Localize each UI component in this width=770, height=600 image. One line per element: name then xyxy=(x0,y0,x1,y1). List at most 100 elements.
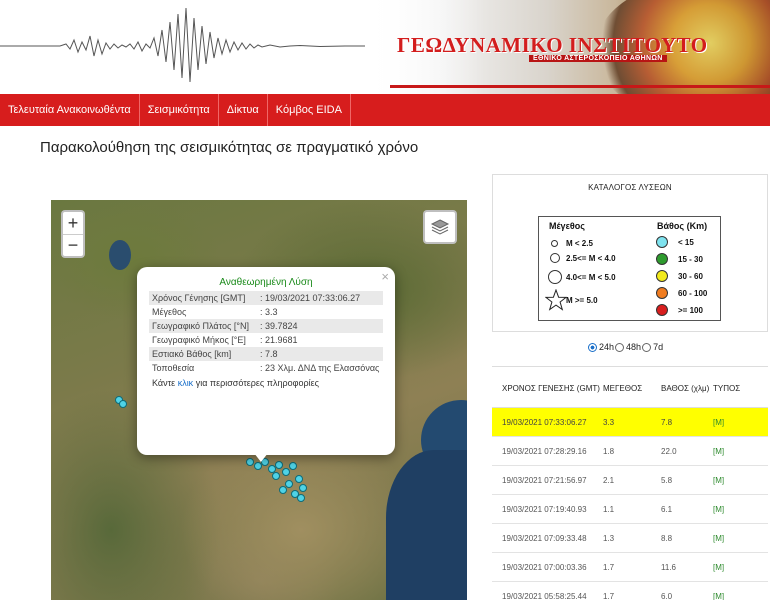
nav-seismicity[interactable]: Σεισμικότητα xyxy=(140,94,219,126)
depth-class: >= 100 xyxy=(678,306,703,315)
cell-magnitude: 2.1 xyxy=(603,475,615,485)
earthquake-marker[interactable] xyxy=(279,486,287,494)
lake-water xyxy=(109,240,131,270)
popup-value: : 3.3 xyxy=(260,307,278,317)
table-row[interactable]: 19/03/2021 07:00:03.36 1.7 11.6 [M] xyxy=(492,553,768,582)
earthquake-marker[interactable] xyxy=(295,475,303,483)
zoom-control: + − xyxy=(61,210,85,258)
header-origin-time: ΧΡΟΝΟΣ ΓΕΝΕΣΗΣ (GMT) xyxy=(502,384,600,393)
radio-24h[interactable] xyxy=(588,342,597,352)
popup-row: Τοποθεσία : 23 Χλμ. ΔΝΔ της Ελασσόνας xyxy=(149,361,383,375)
header-depth: ΒΑΘΟΣ (χλμ) xyxy=(661,384,710,393)
popup-row: Εστιακό Βάθος [km] : 7.8 xyxy=(149,347,383,361)
earthquake-marker[interactable] xyxy=(282,468,290,476)
cell-type: [M] xyxy=(713,446,725,456)
cell-depth: 6.0 xyxy=(661,591,673,600)
events-table: ΧΡΟΝΟΣ ΓΕΝΕΣΗΣ (GMT) ΜΕΓΕΘΟΣ ΒΑΘΟΣ (χλμ)… xyxy=(492,370,768,600)
nav-eida-node[interactable]: Κόμβος EIDA xyxy=(268,94,351,126)
popup-value: : 23 Χλμ. ΔΝΔ της Ελασσόνας xyxy=(260,363,380,373)
popup-more-info: Κάντε κλικ για περισσότερες πληροφορίες xyxy=(149,375,383,388)
popup-pointer xyxy=(254,453,268,462)
depth-class: 30 - 60 xyxy=(678,272,703,281)
popup-title: Αναθεωρημένη Λύση xyxy=(219,277,313,288)
cell-type: [M] xyxy=(713,417,725,427)
popup-more-link[interactable]: κλικ xyxy=(178,378,194,388)
popup-row: Γεωγραφικό Μήκος [°E] : 21.9681 xyxy=(149,333,383,347)
popup-row: Χρόνος Γένησης [GMT] : 19/03/2021 07:33:… xyxy=(149,291,383,305)
cell-time: 19/03/2021 07:00:03.36 xyxy=(502,562,587,572)
header-divider xyxy=(390,85,770,88)
cell-magnitude: 1.3 xyxy=(603,533,615,543)
popup-row: Γεωγραφικό Πλάτος [°N] : 39.7824 xyxy=(149,319,383,333)
cell-time: 19/03/2021 05:58:25.44 xyxy=(502,591,587,600)
popup-row: Μέγεθος : 3.3 xyxy=(149,305,383,319)
popup-value: : 39.7824 xyxy=(260,321,298,331)
zoom-in-button[interactable]: + xyxy=(63,212,83,234)
table-row[interactable]: 19/03/2021 07:09:33.48 1.3 8.8 [M] xyxy=(492,524,768,553)
nav-networks[interactable]: Δίκτυα xyxy=(219,94,268,126)
cell-depth: 5.8 xyxy=(661,475,673,485)
depth-cyan-dot-icon xyxy=(656,236,668,248)
legend-heading: ΚΑΤΑΛΟΓΟΣ ΛΥΣΕΩΝ xyxy=(588,183,672,192)
radio-7d-label: 7d xyxy=(653,342,664,352)
institute-subtitle: ΕΘΝΙΚΟ ΑΣΤΕΡΟΣΚΟΠΕΙΟ ΑΘΗΝΩΝ xyxy=(529,55,667,62)
popup-more-suffix: για περισσότερες πληροφορίες xyxy=(195,378,319,388)
magnitude-title: Μέγεθος xyxy=(549,221,585,231)
cell-time: 19/03/2021 07:09:33.48 xyxy=(502,533,587,543)
depth-title: Βάθος (Km) xyxy=(657,221,708,231)
table-row[interactable]: 19/03/2021 05:58:25.44 1.7 6.0 [M] xyxy=(492,582,768,600)
cell-time: 19/03/2021 07:21:56.97 xyxy=(502,475,587,485)
table-divider xyxy=(492,366,768,367)
earthquake-marker[interactable] xyxy=(275,461,283,469)
popup-more-prefix: Κάντε xyxy=(152,378,176,388)
time-filter: 24h 48h 7d xyxy=(588,342,663,352)
cell-depth: 22.0 xyxy=(661,446,677,456)
magnitude-small-circle-icon xyxy=(551,240,558,247)
magnitude-class: 4.0<= M < 5.0 xyxy=(566,273,616,282)
cell-depth: 6.1 xyxy=(661,504,673,514)
table-row[interactable]: 19/03/2021 07:28:29.16 1.8 22.0 [M] xyxy=(492,437,768,466)
popup-key: Εστιακό Βάθος [km] xyxy=(152,349,232,359)
depth-yellow-dot-icon xyxy=(656,270,668,282)
earthquake-marker[interactable] xyxy=(297,494,305,502)
cell-time: 19/03/2021 07:19:40.93 xyxy=(502,504,587,514)
earthquake-marker[interactable] xyxy=(272,472,280,480)
table-row[interactable]: 19/03/2021 07:19:40.93 1.1 6.1 [M] xyxy=(492,495,768,524)
earthquake-marker[interactable] xyxy=(289,462,297,470)
earthquake-marker[interactable] xyxy=(246,458,254,466)
depth-class: < 15 xyxy=(678,238,694,247)
zoom-out-button[interactable]: − xyxy=(63,234,83,256)
earthquake-marker[interactable] xyxy=(119,400,127,408)
main-nav: Τελευταία Ανακοινωθέντα Σεισμικότητα Δίκ… xyxy=(0,94,770,126)
magnitude-class: M >= 5.0 xyxy=(566,296,598,305)
radio-48h[interactable] xyxy=(615,342,625,352)
table-header: ΧΡΟΝΟΣ ΓΕΝΕΣΗΣ (GMT) ΜΕΓΕΘΟΣ ΒΑΘΟΣ (χλμ)… xyxy=(492,370,768,408)
header-type: ΤΥΠΟΣ xyxy=(713,384,741,393)
nav-latest-announcements[interactable]: Τελευταία Ανακοινωθέντα xyxy=(0,94,140,126)
sea-water xyxy=(386,450,467,600)
table-row[interactable]: 19/03/2021 07:33:06.27 3.3 7.8 [M] xyxy=(492,408,768,437)
cell-type: [M] xyxy=(713,591,725,600)
cell-type: [M] xyxy=(713,475,725,485)
cell-magnitude: 3.3 xyxy=(603,417,615,427)
layers-button[interactable] xyxy=(423,210,457,244)
radio-48h-label: 48h xyxy=(626,342,642,352)
cell-depth: 11.6 xyxy=(661,562,676,572)
popup-key: Χρόνος Γένησης [GMT] xyxy=(152,293,246,303)
table-row[interactable]: 19/03/2021 07:21:56.97 2.1 5.8 [M] xyxy=(492,466,768,495)
radio-7d[interactable] xyxy=(642,342,652,352)
legend-panel: ΚΑΤΑΛΟΓΟΣ ΛΥΣΕΩΝ Μέγεθος Βάθος (Km) M < … xyxy=(492,174,768,332)
popup-value: : 21.9681 xyxy=(260,335,298,345)
seismogram-trace xyxy=(0,7,368,83)
close-icon[interactable]: × xyxy=(381,269,389,284)
earthquake-marker[interactable] xyxy=(299,484,307,492)
magnitude-class: M < 2.5 xyxy=(566,239,593,248)
cell-depth: 7.8 xyxy=(661,417,673,427)
popup-key: Γεωγραφικό Μήκος [°E] xyxy=(152,335,246,345)
cell-magnitude: 1.1 xyxy=(603,504,615,514)
event-popup: × Αναθεωρημένη Λύση Χρόνος Γένησης [GMT]… xyxy=(137,267,395,455)
magnitude-medium-circle-icon xyxy=(550,253,560,263)
cell-depth: 8.8 xyxy=(661,533,673,543)
header-magnitude: ΜΕΓΕΘΟΣ xyxy=(603,384,643,393)
site-header: ΓΕΩΔΥΝΑΜΙΚΟ ΙΝΣΤΙΤΟΥΤΟ ΕΘΝΙΚΟ ΑΣΤΕΡΟΣΚΟΠ… xyxy=(0,0,770,94)
